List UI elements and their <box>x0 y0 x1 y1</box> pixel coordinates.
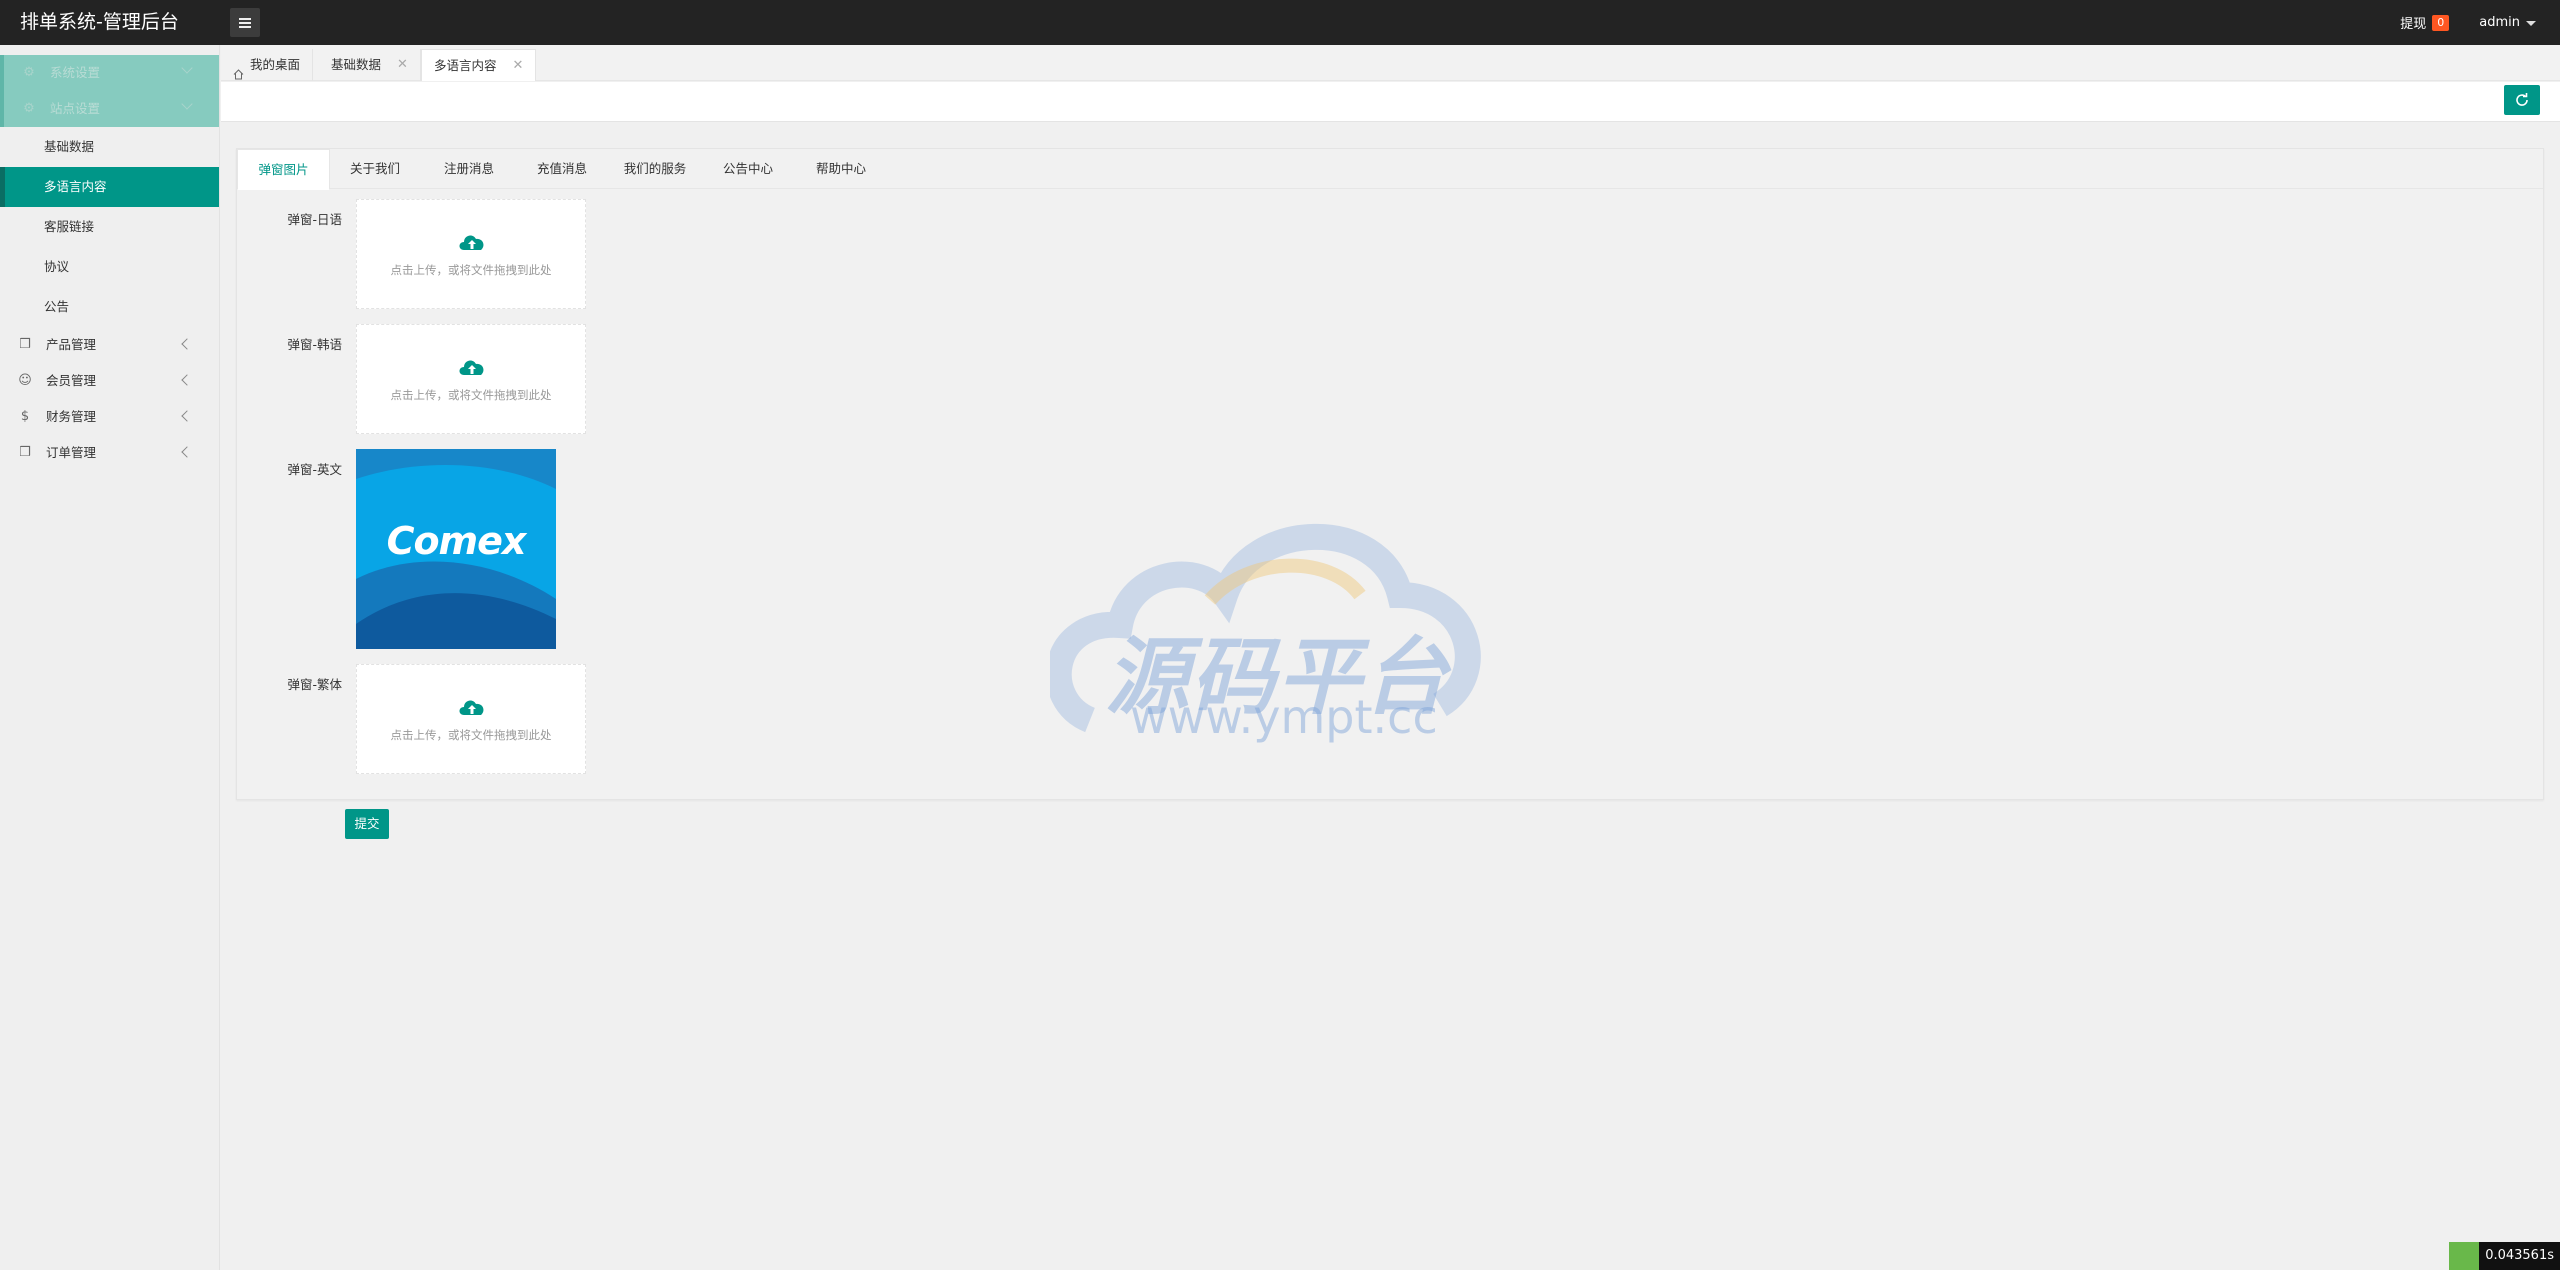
sidebar-item-label: 站点设置 <box>50 101 101 116</box>
withdraw-link[interactable]: 提现 0 <box>2400 13 2450 32</box>
sidebar-item-service-link[interactable]: 客服链接 <box>0 207 219 247</box>
user-name: admin <box>2479 15 2520 30</box>
gear-icon: ⚙ <box>23 65 35 80</box>
sidebar-item-label: 系统设置 <box>50 65 101 80</box>
preview-brand-text: Comex <box>386 519 527 563</box>
sidebar-item-notice[interactable]: 公告 <box>0 287 219 327</box>
tab-about-us[interactable]: 关于我们 <box>330 149 420 189</box>
sidebar-item-agreement[interactable]: 协议 <box>0 247 219 287</box>
sidebar-item-site-settings[interactable]: ⚙ 站点设置 <box>0 91 219 127</box>
menu-toggle-button[interactable] <box>230 8 260 37</box>
refresh-icon <box>2516 93 2528 106</box>
home-icon <box>233 60 244 79</box>
chevron-left-icon <box>181 374 193 386</box>
close-icon[interactable]: ✕ <box>397 49 408 81</box>
field-label-japanese: 弹窗-日语 <box>287 212 342 227</box>
sidebar-item-products[interactable]: ❒ 产品管理 <box>0 327 219 363</box>
upload-cloud-icon <box>459 700 484 715</box>
timer-value: 0.043561s <box>2479 1242 2560 1270</box>
cube-icon: ❒ <box>19 445 31 460</box>
cube-icon: ❒ <box>19 337 31 352</box>
chevron-left-icon <box>181 410 193 422</box>
tab-multilang[interactable]: 多语言内容 ✕ <box>421 49 537 82</box>
content-tabs: 弹窗图片 关于我们 注册消息 充值消息 我们的服务 公告中心 帮助中心 <box>237 149 2543 190</box>
tab-label: 多语言内容 <box>434 57 497 73</box>
close-icon[interactable]: ✕ <box>513 50 524 82</box>
tab-our-services[interactable]: 我们的服务 <box>610 149 700 189</box>
tab-help-center[interactable]: 帮助中心 <box>796 149 886 189</box>
upload-hint: 点击上传，或将文件拖拽到此处 <box>390 388 552 402</box>
app-logo[interactable]: 排单系统-管理后台 <box>20 0 179 45</box>
sidebar-item-label: 会员管理 <box>46 373 97 388</box>
top-header: 排单系统-管理后台 提现 0 admin <box>0 0 2560 45</box>
tab-label: 基础数据 <box>331 57 382 72</box>
upload-hint: 点击上传，或将文件拖拽到此处 <box>390 728 552 742</box>
withdraw-label: 提现 <box>2400 17 2427 32</box>
sidebar-item-label: 产品管理 <box>46 337 97 352</box>
upload-cloud-icon <box>459 235 484 250</box>
tab-label: 我的桌面 <box>250 57 301 72</box>
refresh-button[interactable] <box>2504 85 2540 115</box>
field-label-traditional: 弹窗-繁体 <box>287 677 342 692</box>
upload-hint: 点击上传，或将文件拖拽到此处 <box>390 263 552 277</box>
chevron-down-icon <box>181 98 193 110</box>
chevron-icon <box>181 62 193 74</box>
tab-recharge-message[interactable]: 充值消息 <box>517 149 607 189</box>
gear-icon: ⚙ <box>23 101 35 116</box>
tab-my-desktop[interactable]: 我的桌面 <box>221 49 314 81</box>
tab-basic-data[interactable]: 基础数据 ✕ <box>319 49 421 81</box>
upload-korean[interactable]: 点击上传，或将文件拖拽到此处 <box>356 324 586 434</box>
submit-button[interactable]: 提交 <box>345 809 389 839</box>
sidebar-item-label: 订单管理 <box>46 445 97 460</box>
toolbar <box>221 82 2560 122</box>
debug-timer: 0.043561s <box>2449 1242 2560 1270</box>
chevron-left-icon <box>181 338 193 350</box>
user-icon: ☺ <box>18 373 32 388</box>
sidebar-item-members[interactable]: ☺ 会员管理 <box>0 363 219 399</box>
chevron-left-icon <box>181 446 193 458</box>
tab-register-message[interactable]: 注册消息 <box>424 149 514 189</box>
tab-notice-center[interactable]: 公告中心 <box>703 149 793 189</box>
upload-japanese[interactable]: 点击上传，或将文件拖拽到此处 <box>356 199 586 309</box>
sidebar-item-basic-data[interactable]: 基础数据 <box>0 127 219 167</box>
dollar-icon: $ <box>20 409 30 424</box>
withdraw-badge: 0 <box>2432 14 2450 31</box>
field-label-english: 弹窗-英文 <box>287 462 342 477</box>
user-menu[interactable]: admin <box>2479 15 2536 30</box>
chevron-down-icon <box>2526 21 2536 26</box>
sidebar-item-multilang[interactable]: 多语言内容 <box>0 167 219 207</box>
sidebar-item-finance[interactable]: $ 财务管理 <box>0 399 219 435</box>
sidebar-item-orders[interactable]: ❒ 订单管理 <box>0 435 219 471</box>
leaf-icon <box>2449 1242 2480 1270</box>
page-tab-bar: 我的桌面 基础数据 ✕ 多语言内容 ✕ <box>221 45 2560 81</box>
upload-traditional[interactable]: 点击上传，或将文件拖拽到此处 <box>356 664 586 774</box>
upload-cloud-icon <box>459 360 484 375</box>
field-label-korean: 弹窗-韩语 <box>287 337 342 352</box>
tab-popup-image[interactable]: 弹窗图片 <box>237 149 330 190</box>
sidebar: ⚙ 系统设置 ⚙ 站点设置 基础数据 多语言内容 客服链接 协议 公告 ❒ 产品… <box>0 45 220 1270</box>
uploaded-image-preview[interactable]: Comex <box>356 449 556 649</box>
sidebar-item-system-settings[interactable]: ⚙ 系统设置 <box>0 55 219 91</box>
sidebar-item-label: 财务管理 <box>46 409 97 424</box>
